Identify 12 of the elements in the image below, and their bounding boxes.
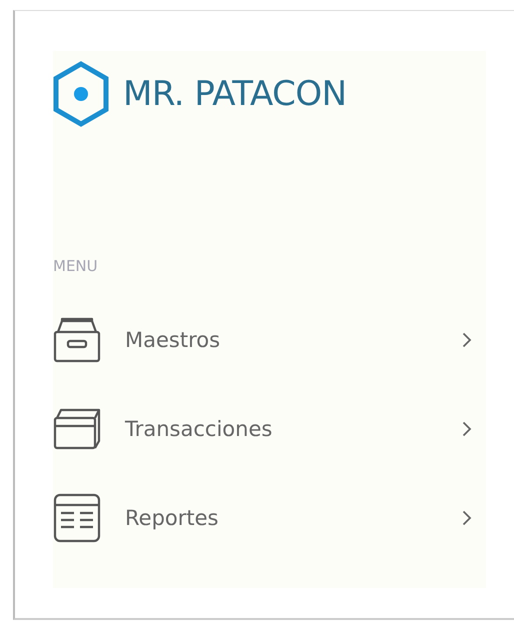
hexagon-logo-icon <box>53 61 109 127</box>
menu-item[interactable]: Transacciones <box>53 404 486 454</box>
chevron-right-icon <box>462 510 472 526</box>
brand-name: MR. PATACON <box>123 74 347 114</box>
menu-item[interactable]: Reportes <box>53 493 486 543</box>
menu-item[interactable]: Maestros <box>53 315 486 365</box>
menu-heading: MENU <box>53 257 99 275</box>
stacked-cards-icon <box>53 406 101 452</box>
document-list-icon <box>53 493 101 543</box>
chevron-right-icon <box>462 421 472 437</box>
chevron-right-icon <box>462 332 472 348</box>
archive-box-icon <box>53 317 101 363</box>
